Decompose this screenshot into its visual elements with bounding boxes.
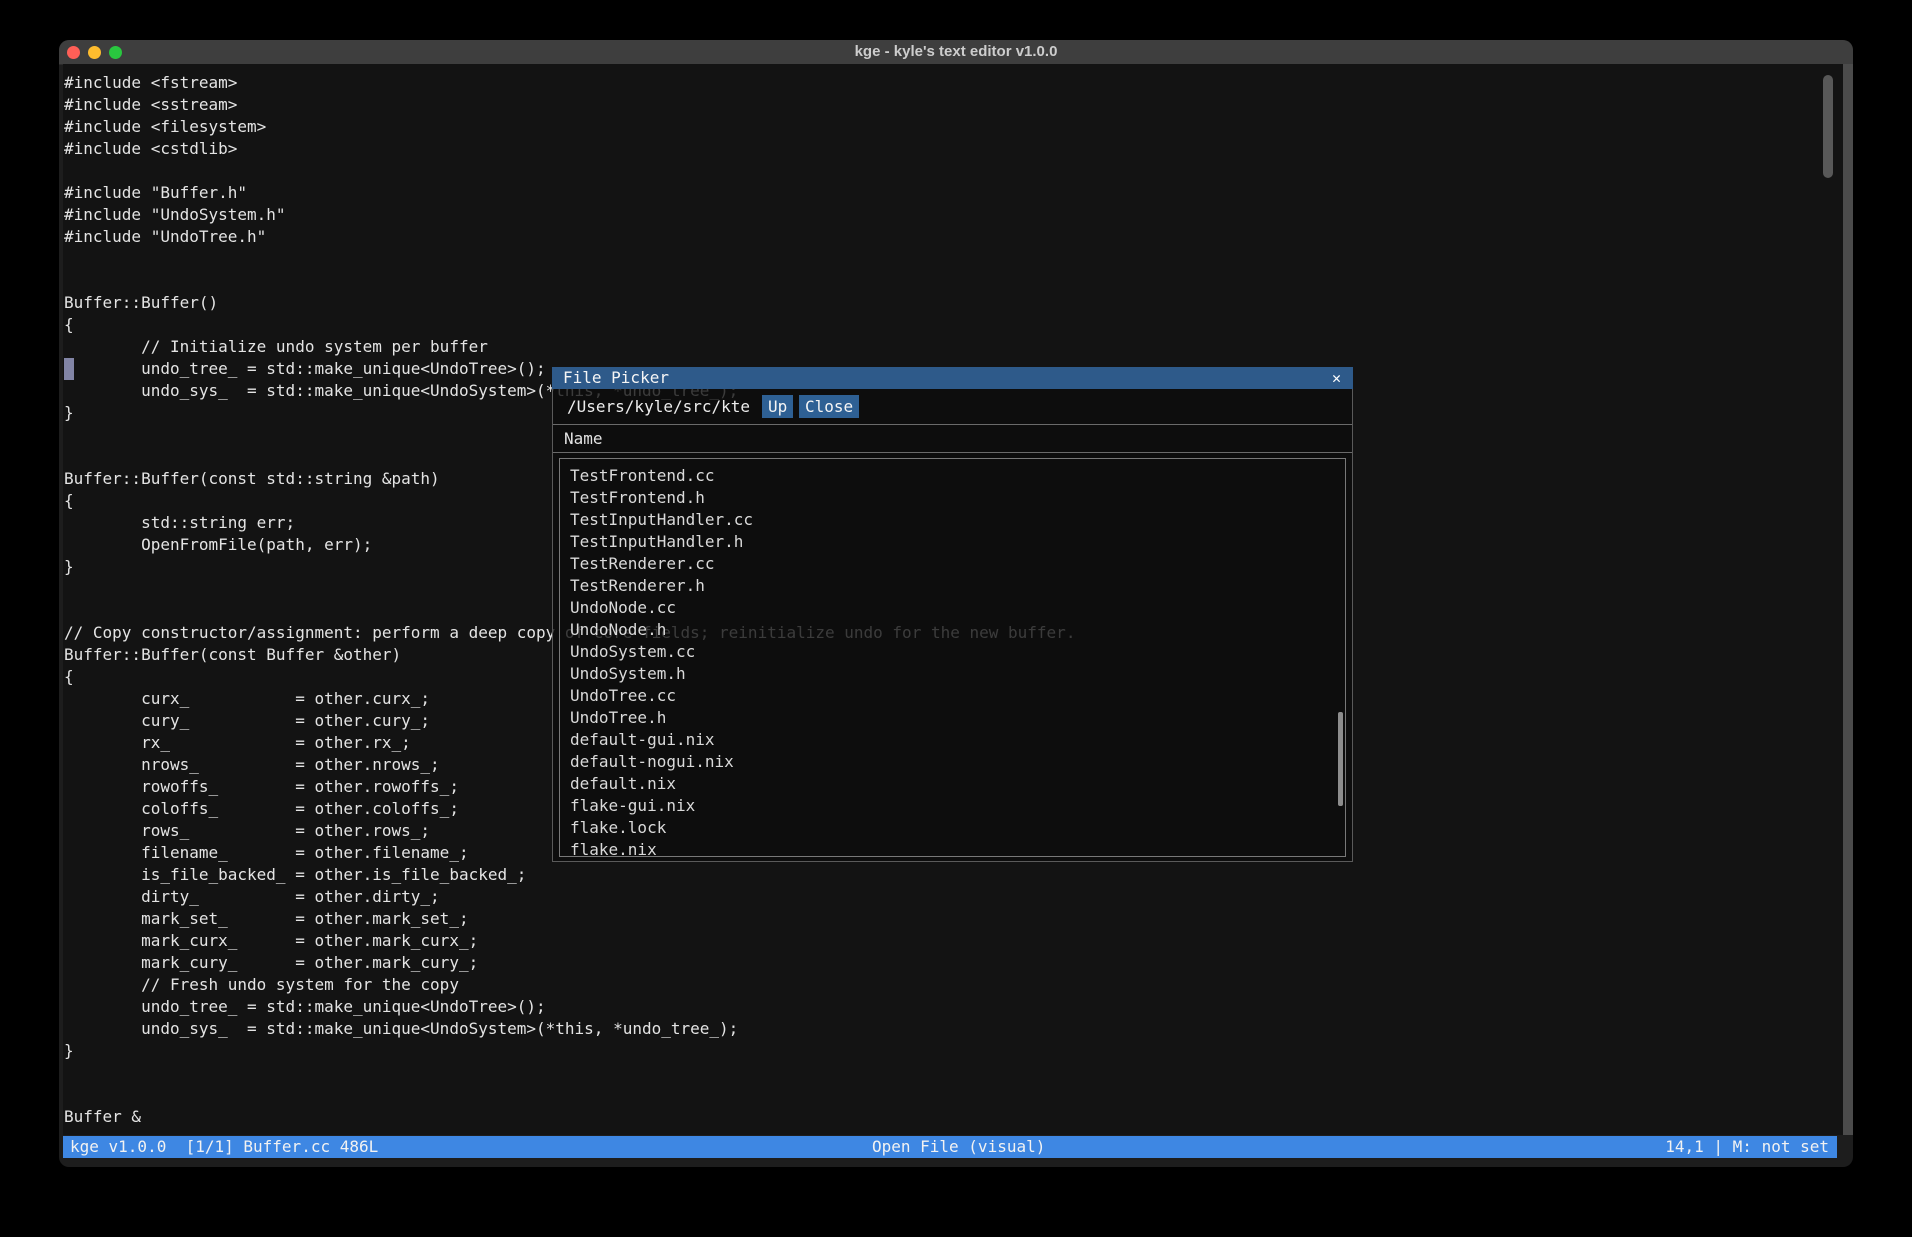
file-picker-dialog: File Picker ✕ /Users/kyle/src/kte Up Clo… bbox=[552, 367, 1353, 862]
code-line: // Fresh undo system for the copy bbox=[64, 974, 1075, 996]
file-list[interactable]: TestFrontend.ccTestFrontend.hTestInputHa… bbox=[559, 458, 1346, 857]
status-cursor-position: 14,1 | M: not set bbox=[1665, 1136, 1829, 1158]
file-list-item[interactable]: UndoNode.cc bbox=[560, 597, 1345, 619]
code-line: undo_tree_ = std::make_unique<UndoTree>(… bbox=[64, 996, 1075, 1018]
code-line: #include "UndoTree.h" bbox=[64, 226, 1075, 248]
app-window: kge - kyle's text editor v1.0.0 #include… bbox=[59, 40, 1853, 1167]
code-line: Buffer & bbox=[64, 1106, 1075, 1128]
file-list-item[interactable]: flake.nix bbox=[560, 839, 1345, 857]
code-line: } bbox=[64, 1040, 1075, 1062]
file-list-item[interactable]: default.nix bbox=[560, 773, 1345, 795]
file-list-item[interactable]: TestInputHandler.cc bbox=[560, 509, 1345, 531]
current-path: /Users/kyle/src/kte bbox=[567, 396, 750, 418]
screen: kge - kyle's text editor v1.0.0 #include… bbox=[0, 0, 1912, 1237]
code-line: #include <filesystem> bbox=[64, 116, 1075, 138]
code-line: #include "UndoSystem.h" bbox=[64, 204, 1075, 226]
window-scroll-gutter[interactable] bbox=[1843, 64, 1853, 1135]
file-list-item[interactable]: UndoTree.h bbox=[560, 707, 1345, 729]
code-line: #include <sstream> bbox=[64, 94, 1075, 116]
status-file-info: kge v1.0.0 [1/1] Buffer.cc 486L bbox=[70, 1136, 378, 1158]
code-line bbox=[64, 1084, 1075, 1106]
file-list-item[interactable]: TestRenderer.h bbox=[560, 575, 1345, 597]
status-bar: kge v1.0.0 [1/1] Buffer.cc 486L Open Fil… bbox=[63, 1136, 1837, 1158]
close-icon[interactable]: ✕ bbox=[1332, 367, 1341, 389]
code-line: { bbox=[64, 314, 1075, 336]
file-list-item[interactable]: UndoSystem.h bbox=[560, 663, 1345, 685]
code-line: mark_curx_ = other.mark_curx_; bbox=[64, 930, 1075, 952]
file-list-item[interactable]: TestRenderer.cc bbox=[560, 553, 1345, 575]
code-line bbox=[64, 270, 1075, 292]
file-list-item[interactable]: UndoTree.cc bbox=[560, 685, 1345, 707]
code-line bbox=[64, 1062, 1075, 1084]
close-button[interactable]: Close bbox=[799, 395, 859, 418]
text-cursor bbox=[64, 358, 74, 380]
file-list-item[interactable]: UndoNode.h bbox=[560, 619, 1345, 641]
code-line: mark_set_ = other.mark_set_; bbox=[64, 908, 1075, 930]
file-list-item[interactable]: TestInputHandler.h bbox=[560, 531, 1345, 553]
file-list-item[interactable]: TestFrontend.h bbox=[560, 487, 1345, 509]
code-line: #include "Buffer.h" bbox=[64, 182, 1075, 204]
file-list-scrollbar-thumb[interactable] bbox=[1338, 712, 1343, 806]
up-button[interactable]: Up bbox=[762, 395, 793, 418]
code-line bbox=[64, 160, 1075, 182]
window-title: kge - kyle's text editor v1.0.0 bbox=[59, 40, 1853, 64]
editor-scrollbar-thumb[interactable] bbox=[1823, 75, 1833, 178]
code-line: #include <fstream> bbox=[64, 72, 1075, 94]
file-list-item[interactable]: default-gui.nix bbox=[560, 729, 1345, 751]
file-list-item[interactable]: UndoSystem.cc bbox=[560, 641, 1345, 663]
dialog-body: /Users/kyle/src/kte Up Close Name TestFr… bbox=[552, 389, 1353, 862]
code-line: is_file_backed_ = other.is_file_backed_; bbox=[64, 864, 1075, 886]
dialog-title: File Picker bbox=[563, 367, 669, 389]
window-titlebar[interactable]: kge - kyle's text editor v1.0.0 bbox=[59, 40, 1853, 65]
code-line: undo_sys_ = std::make_unique<UndoSystem>… bbox=[64, 1018, 1075, 1040]
code-line: // Initialize undo system per buffer bbox=[64, 336, 1075, 358]
divider bbox=[553, 424, 1352, 425]
code-line bbox=[64, 248, 1075, 270]
path-row: /Users/kyle/src/kte Up Close bbox=[553, 389, 1352, 424]
code-line: mark_cury_ = other.mark_cury_; bbox=[64, 952, 1075, 974]
code-line: dirty_ = other.dirty_; bbox=[64, 886, 1075, 908]
file-list-item[interactable]: flake-gui.nix bbox=[560, 795, 1345, 817]
code-line: Buffer::Buffer() bbox=[64, 292, 1075, 314]
status-mode: Open File (visual) bbox=[872, 1136, 1045, 1158]
code-line: #include <cstdlib> bbox=[64, 138, 1075, 160]
file-list-item[interactable]: TestFrontend.cc bbox=[560, 465, 1345, 487]
dialog-titlebar[interactable]: File Picker ✕ bbox=[552, 367, 1353, 389]
file-list-item[interactable]: default-nogui.nix bbox=[560, 751, 1345, 773]
divider bbox=[553, 452, 1352, 453]
list-header-name: Name bbox=[564, 425, 603, 452]
file-list-item[interactable]: flake.lock bbox=[560, 817, 1345, 839]
